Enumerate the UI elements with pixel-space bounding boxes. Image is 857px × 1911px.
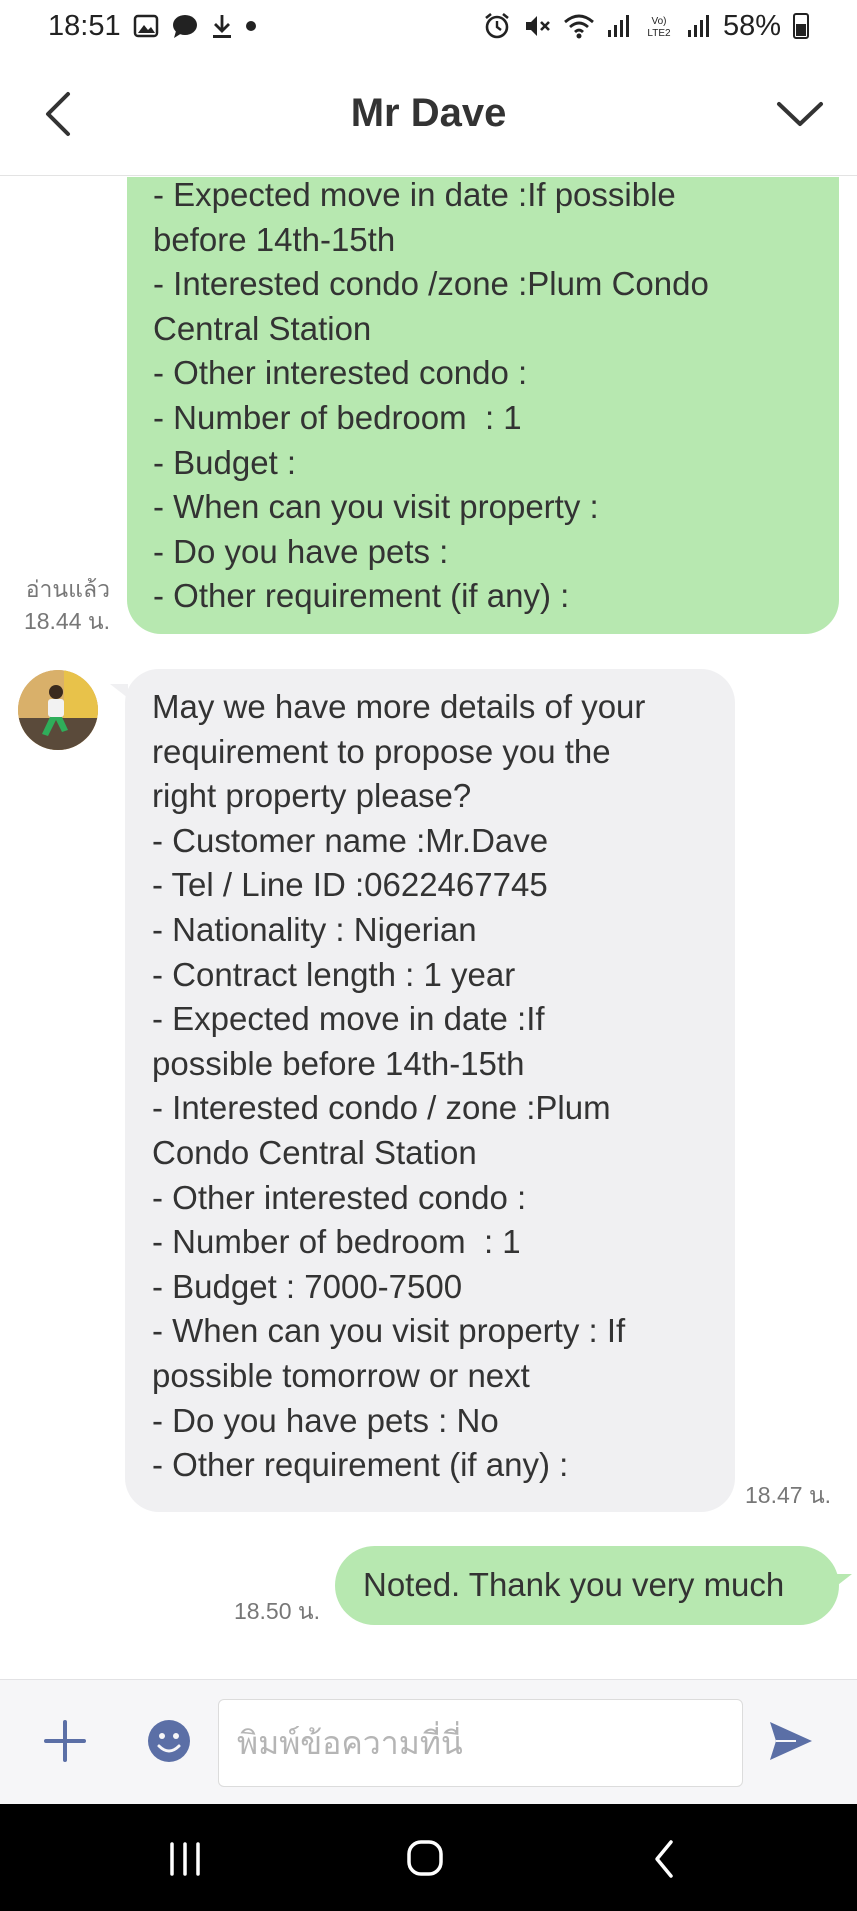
send-icon[interactable] [766, 1716, 816, 1766]
chevron-down-icon[interactable] [773, 92, 827, 136]
svg-text:LTE2: LTE2 [647, 28, 671, 39]
message-timestamp: 18.47 น. [745, 1482, 832, 1508]
plus-icon[interactable] [42, 1718, 88, 1764]
system-nav-bar [0, 1804, 857, 1911]
status-time: 18:51 [48, 9, 121, 42]
message-list[interactable]: - Expected move in date :If possible bef… [0, 177, 857, 1679]
emoji-icon[interactable] [146, 1718, 192, 1764]
status-right: Vo) LTE2 58% [483, 10, 809, 43]
recent-apps-icon[interactable] [155, 1834, 215, 1884]
mute-icon [525, 16, 550, 36]
message-timestamp: 18.44 น. [23, 608, 110, 634]
message-bubble-outgoing[interactable]: Noted. Thank you very much [335, 1546, 839, 1625]
image-icon [133, 14, 158, 38]
message-input-bar [0, 1679, 857, 1804]
read-receipt: อ่านแล้ว [25, 576, 110, 602]
back-arrow-icon[interactable] [36, 88, 84, 140]
signal-icon [687, 15, 709, 37]
avatar-image [18, 670, 98, 750]
battery-percent: 58% [722, 9, 781, 42]
avatar[interactable] [18, 670, 98, 750]
message-bubble-outgoing[interactable]: - Expected move in date :If possible bef… [127, 177, 839, 634]
message-timestamp: 18.50 น. [233, 1598, 320, 1624]
dot-icon [245, 21, 256, 31]
wifi-icon [564, 14, 594, 39]
message-input[interactable] [218, 1699, 743, 1787]
svg-text:Vo): Vo) [651, 16, 666, 27]
message-bubble-incoming[interactable]: May we have more details of your require… [125, 669, 735, 1512]
download-icon [212, 15, 231, 38]
alarm-icon [485, 12, 509, 39]
status-left: 18:51 [48, 10, 257, 43]
chat-title: Mr Dave [350, 91, 507, 135]
home-icon[interactable] [395, 1834, 455, 1884]
signal-icon [607, 15, 629, 37]
battery-icon [793, 13, 809, 39]
status-bar: 18:51 Vo) LTE2 58% [0, 0, 857, 52]
chat-icon [172, 15, 197, 38]
chat-header: Mr Dave [0, 52, 857, 176]
volte-icon: Vo) LTE2 [647, 16, 671, 39]
back-icon[interactable] [635, 1834, 695, 1884]
